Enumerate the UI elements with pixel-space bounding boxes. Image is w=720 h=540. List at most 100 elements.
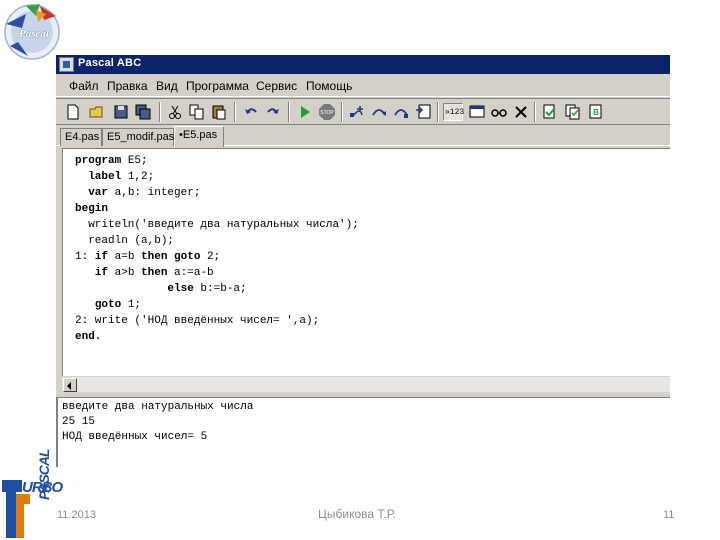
format-icon[interactable]: »123 (443, 103, 465, 121)
code-text: 2: write ('НОД введённых чисел= ',a); (75, 315, 320, 327)
code-keyword: end. (75, 331, 102, 343)
code-line: readln (a,b); (75, 235, 174, 248)
menu-file[interactable]: Файл (69, 79, 99, 93)
menu-service[interactable]: Сервис (256, 79, 297, 93)
toolbar-separator (437, 102, 439, 122)
code-line: 1: if a=b then goto 2; (75, 251, 220, 264)
code-text: 1: (75, 251, 95, 263)
code-text: b:=b-a; (193, 283, 247, 295)
code-text: E5; (121, 155, 148, 167)
menu-program[interactable]: Программа (186, 79, 249, 93)
turbo-pascal-logo: URBO PASCAL (0, 449, 64, 540)
tab-e5-active[interactable]: •E5.pas (174, 126, 224, 147)
code-text: 1,2; (121, 171, 155, 183)
code-keyword: label (75, 171, 122, 183)
undo-icon[interactable] (242, 103, 260, 121)
compile-all-icon[interactable] (564, 103, 582, 121)
pascal-logo-text: Pascal (19, 28, 49, 40)
copy-icon[interactable] (188, 103, 206, 121)
tab-e5-modif[interactable]: E5_modif.pas (102, 128, 174, 146)
slide-number: 11 (663, 509, 675, 521)
format-label: »123 (445, 108, 465, 117)
step-out-icon[interactable] (392, 103, 410, 121)
app-icon (59, 57, 74, 72)
pascal-logo: Pascal (0, 2, 64, 60)
output-line: 25 15 (62, 416, 96, 428)
horizontal-scrollbar[interactable] (62, 376, 670, 392)
watch-icon[interactable] (414, 103, 432, 121)
save-icon[interactable] (112, 103, 130, 121)
menu-edit[interactable]: Правка (107, 79, 148, 93)
step-into-icon[interactable] (348, 103, 366, 121)
build-icon[interactable]: B (587, 103, 605, 121)
slide: Pascal Pascal ABC Файл Правка Вид Програ… (0, 0, 720, 540)
code-line: label 1,2; (75, 171, 154, 184)
code-keyword: var (75, 187, 109, 199)
code-keyword: goto (174, 251, 201, 263)
window-icon[interactable] (468, 103, 486, 121)
pascal-logo-vertical-text: PASCAL (36, 449, 52, 500)
svg-text:B: B (593, 108, 599, 117)
stop-icon[interactable]: STOP (318, 103, 336, 121)
code-line: var a,b: integer; (75, 187, 200, 200)
code-editor[interactable]: program E5; label 1,2; var a,b: integer;… (62, 148, 670, 376)
glasses-icon[interactable] (490, 103, 508, 121)
footer-date: 11.2013 (57, 509, 96, 521)
code-keyword: begin (75, 203, 109, 215)
code-text: a,b: integer; (108, 187, 201, 199)
code-line: 2: write ('НОД введённых чисел= ',a); (75, 315, 319, 328)
code-line: else b:=b-a; (75, 283, 247, 296)
code-keyword: if (94, 251, 109, 263)
scroll-left-arrow-icon[interactable] (63, 378, 77, 392)
file-tabs: E4.pas E5_modif.pas •E5.pas (56, 126, 670, 147)
window-title: Pascal ABC (78, 57, 142, 69)
code-line: begin (75, 203, 108, 216)
new-icon[interactable] (64, 103, 82, 121)
paste-icon[interactable] (210, 103, 228, 121)
menu-view[interactable]: Вид (156, 79, 178, 93)
code-keyword: then (141, 251, 168, 263)
toolbar: STOP »123 B (56, 98, 670, 125)
toolbar-separator (159, 102, 161, 122)
output-pane[interactable]: введите два натуральных числа 25 15 НОД … (56, 398, 670, 467)
pascal-abc-window: Pascal ABC Файл Правка Вид Программа Сер… (56, 55, 670, 467)
code-text: 1; (121, 299, 142, 311)
code-line: if a>b then a:=a-b (75, 267, 214, 280)
code-keyword: if (94, 267, 109, 279)
output-line: введите два натуральных числа (62, 401, 254, 413)
open-icon[interactable] (88, 103, 106, 121)
code-line: program E5; (75, 155, 148, 168)
code-text: a=b (108, 251, 142, 263)
code-text: a:=a-b (167, 267, 214, 279)
code-text: writeln('введите два натуральных числа')… (75, 219, 359, 231)
tab-e4[interactable]: E4.pas (60, 128, 102, 146)
code-line: writeln('введите два натуральных числа')… (75, 219, 359, 232)
save-all-icon[interactable] (134, 103, 152, 121)
code-text: readln (a,b); (75, 235, 175, 247)
svg-text:STOP: STOP (320, 110, 334, 116)
output-line: НОД введённых чисел= 5 (62, 431, 208, 443)
close-x-icon[interactable] (512, 103, 530, 121)
code-line: goto 1; (75, 299, 141, 312)
menu-bar: Файл Правка Вид Программа Сервис Помощь (56, 75, 670, 97)
code-keyword: else (167, 283, 194, 295)
menu-help[interactable]: Помощь (306, 79, 352, 93)
toolbar-separator (534, 102, 536, 122)
footer-author: Цыбикова Т.Р. (318, 507, 396, 521)
toolbar-separator (341, 102, 343, 122)
title-bar: Pascal ABC (56, 55, 670, 74)
cut-icon[interactable] (166, 103, 184, 121)
code-text: a>b (108, 267, 142, 279)
code-text: 2; (200, 251, 221, 263)
compile-icon[interactable] (541, 103, 559, 121)
code-keyword: program (75, 155, 122, 167)
code-line: end. (75, 331, 101, 344)
toolbar-separator (234, 102, 236, 122)
step-over-icon[interactable] (370, 103, 388, 121)
code-keyword: then (141, 267, 168, 279)
run-icon[interactable] (296, 103, 314, 121)
redo-icon[interactable] (264, 103, 282, 121)
